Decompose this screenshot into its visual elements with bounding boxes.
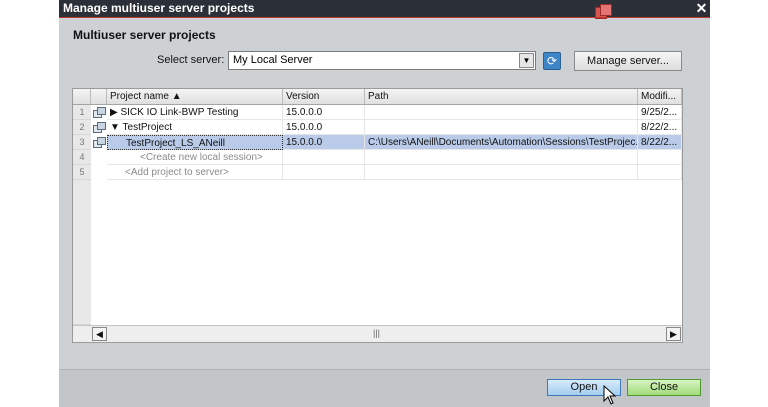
column-path[interactable]: Path [365, 89, 638, 104]
project-name: TestProject [122, 122, 172, 133]
title-underline [59, 17, 710, 18]
project-name-cell: ▶ SICK IO Link-BWP Testing [107, 105, 283, 120]
scroll-left-icon[interactable]: ◀ [92, 327, 107, 341]
path-cell [365, 120, 638, 135]
project-name-cell: TestProject_LS_ANeill [107, 135, 283, 150]
red-app-icon [595, 4, 612, 19]
create-local-session-link[interactable]: <Create new local session> [107, 150, 283, 165]
table-header: Project name ▲ Version Path Modifi... [73, 89, 682, 105]
row-number-gutter [73, 180, 91, 325]
project-name: SICK IO Link-BWP Testing [120, 107, 239, 118]
server-select-value: My Local Server [233, 54, 313, 66]
collapse-icon[interactable]: ▼ [110, 122, 120, 133]
modified-cell: 9/25/2... [638, 105, 682, 120]
path-cell [365, 150, 638, 165]
add-project-link[interactable]: <Add project to server> [107, 165, 283, 180]
scroll-grip[interactable]: ||| [373, 328, 380, 338]
modified-cell [638, 150, 682, 165]
project-name-cell: ▼ TestProject [107, 120, 283, 135]
path-cell [365, 105, 638, 120]
table-row[interactable]: ▼ TestProject 15.0.0.0 8/22/2... [73, 120, 682, 135]
expand-icon[interactable]: ▶ [110, 107, 118, 118]
table-row[interactable]: <Add project to server> [73, 165, 682, 180]
dropdown-arrow-icon[interactable]: ▼ [519, 53, 534, 68]
close-button[interactable]: Close [627, 379, 701, 396]
modified-cell: 8/22/2... [638, 120, 682, 135]
mouse-cursor-icon [603, 385, 617, 405]
server-label: Select server: [157, 54, 225, 66]
horizontal-scrollbar[interactable]: ◀ ||| ▶ [73, 325, 682, 342]
table-row-selected[interactable]: TestProject_LS_ANeill 15.0.0.0 C:\Users\… [73, 135, 682, 150]
header-icon-col [91, 89, 107, 104]
project-icon [93, 122, 106, 133]
modified-cell [638, 165, 682, 180]
close-icon[interactable]: ✕ [693, 0, 710, 17]
scroll-right-icon[interactable]: ▶ [666, 327, 681, 341]
project-icon [93, 137, 106, 148]
section-heading: Multiuser server projects [73, 28, 216, 42]
column-version[interactable]: Version [283, 89, 365, 104]
path-cell: C:\Users\ANeill\Documents\Automation\Ses… [365, 135, 638, 150]
version-cell: 15.0.0.0 [283, 120, 365, 135]
version-cell: 15.0.0.0 [283, 105, 365, 120]
project-icon [93, 107, 106, 118]
version-cell: 15.0.0.0 [283, 135, 365, 150]
header-corner [73, 89, 91, 104]
manage-server-button[interactable]: Manage server... [574, 51, 682, 71]
table-row[interactable]: ▶ SICK IO Link-BWP Testing 15.0.0.0 9/25… [73, 105, 682, 120]
path-cell [365, 165, 638, 180]
modified-cell: 8/22/2... [638, 135, 682, 150]
manage-projects-dialog: Manage multiuser server projects ✕ Multi… [59, 0, 710, 407]
version-cell [283, 165, 365, 180]
column-modified[interactable]: Modifi... [638, 89, 682, 104]
table-row[interactable]: <Create new local session> [73, 150, 682, 165]
version-cell [283, 150, 365, 165]
title-bar: Manage multiuser server projects ✕ [59, 0, 710, 19]
server-select[interactable]: My Local Server ▼ [228, 51, 536, 70]
column-project-name[interactable]: Project name ▲ [107, 89, 283, 104]
projects-table: Project name ▲ Version Path Modifi... 1 … [72, 88, 683, 343]
refresh-icon[interactable]: ⟳ [543, 52, 561, 70]
window-title: Manage multiuser server projects [63, 1, 255, 15]
